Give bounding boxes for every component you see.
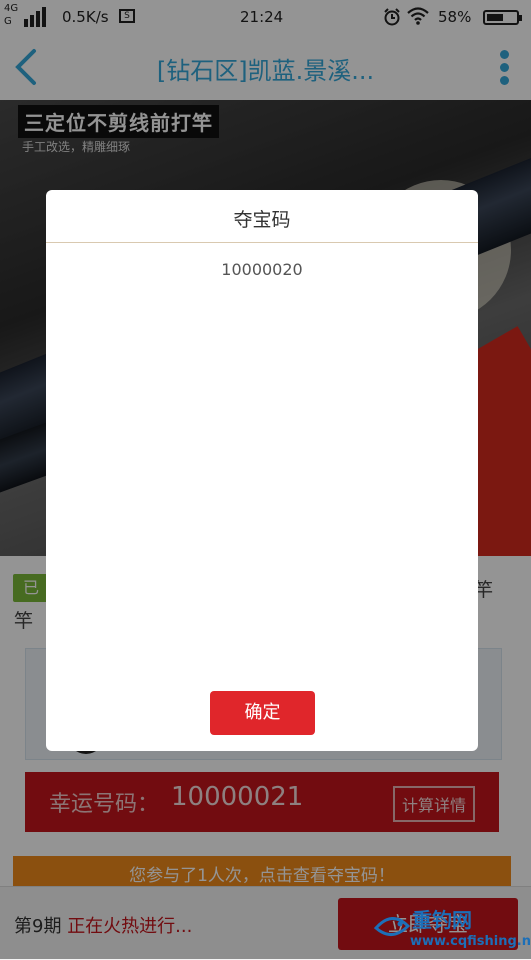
confirm-button[interactable]: 确定	[210, 691, 315, 735]
fish-logo-icon	[373, 917, 411, 936]
treasure-code-dialog: 夺宝码 10000020 确定	[46, 190, 478, 751]
watermark: 重钓网 www.cqfishing.net	[372, 904, 531, 954]
dialog-title: 夺宝码	[233, 209, 291, 231]
watermark-url: www.cqfishing.net	[410, 934, 531, 949]
dialog-divider	[46, 242, 478, 243]
treasure-code-item: 10000020	[221, 260, 303, 279]
watermark-name: 重钓网	[412, 908, 472, 932]
